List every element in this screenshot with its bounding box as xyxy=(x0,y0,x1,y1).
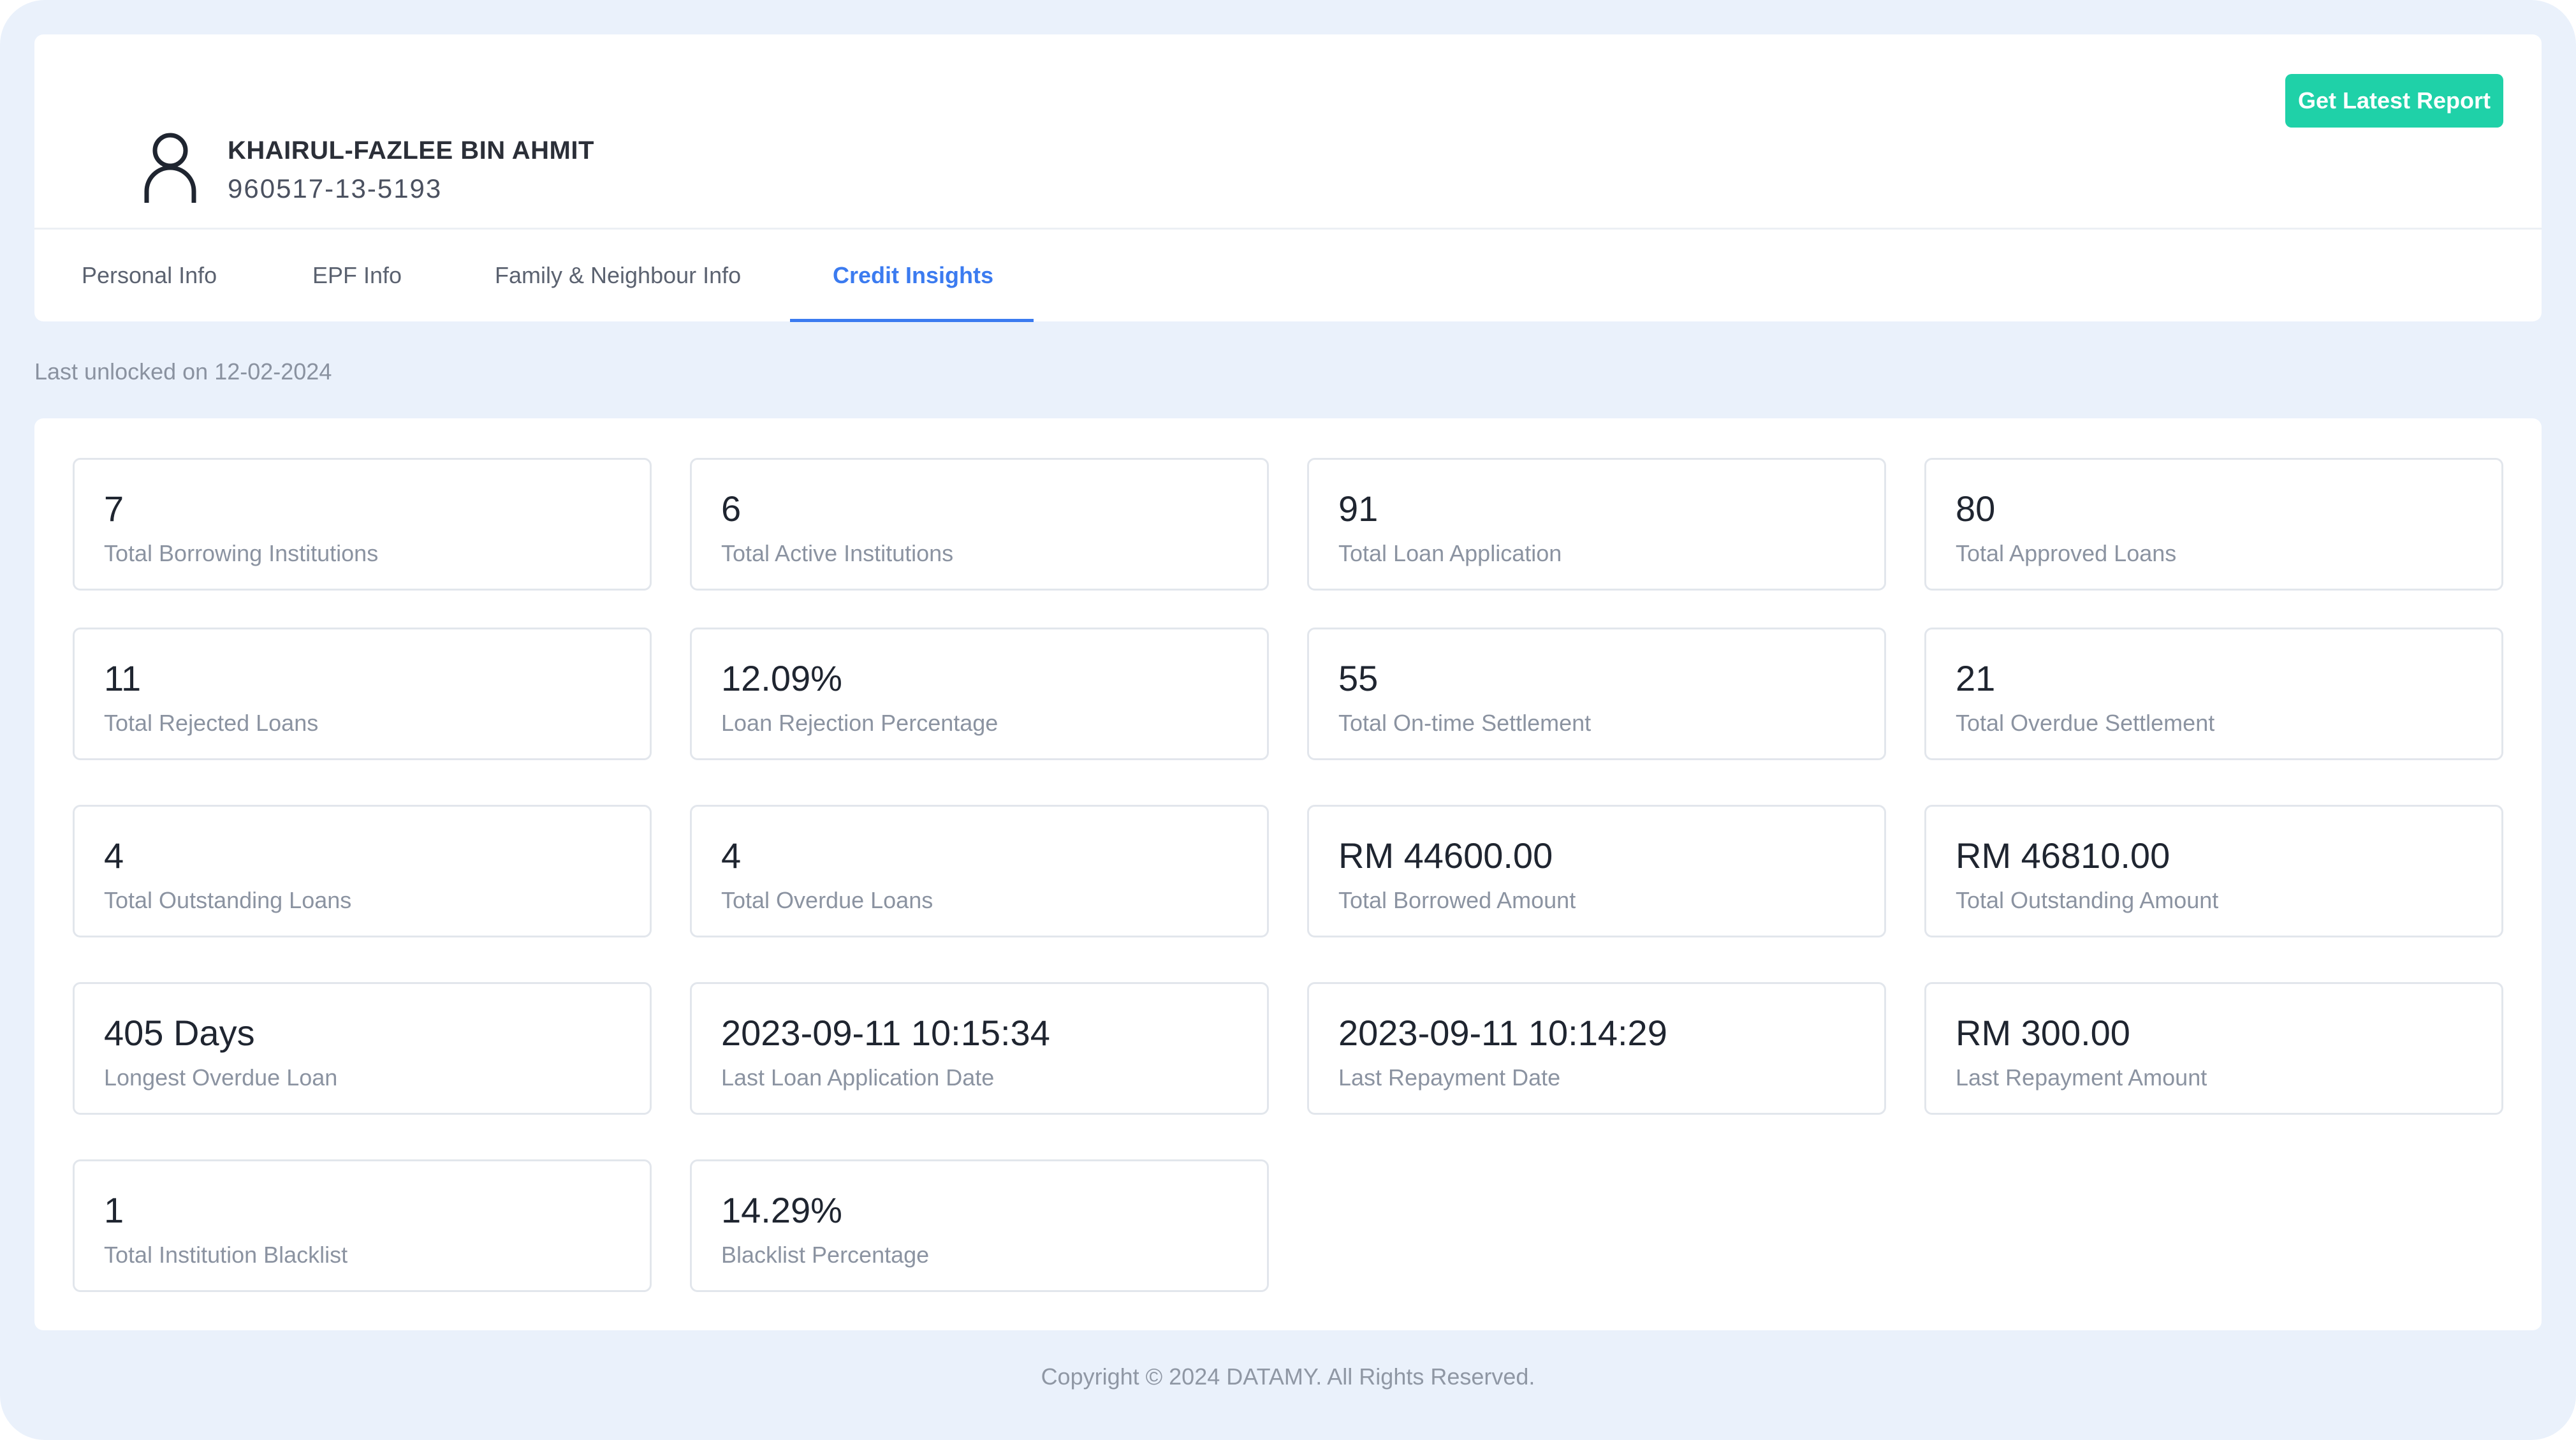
stat-value: 2023-09-11 10:14:29 xyxy=(1338,1013,1667,1053)
user-outline-icon xyxy=(144,133,196,203)
last-unlocked-text: Last unlocked on 12-02-2024 xyxy=(34,358,332,385)
stat-label: Blacklist Percentage xyxy=(721,1242,930,1268)
stat-value: 55 xyxy=(1338,658,1379,698)
stat-card-blacklist-percentage: 14.29% Blacklist Percentage xyxy=(690,1159,1269,1292)
stat-card-total-borrowed-amount: RM 44600.00 Total Borrowed Amount xyxy=(1307,805,1886,937)
stat-card-total-outstanding-amount: RM 46810.00 Total Outstanding Amount xyxy=(1924,805,2503,937)
stat-value: 1 xyxy=(104,1190,124,1230)
profile-row: KHAIRUL-FAZLEE BIN AHMIT 960517-13-5193 … xyxy=(34,34,2542,230)
stat-value: RM 300.00 xyxy=(1956,1013,2130,1053)
stat-card-total-on-time-settlement: 55 Total On-time Settlement xyxy=(1307,628,1886,760)
stat-value: 21 xyxy=(1956,658,1996,698)
stat-label: Total Borrowed Amount xyxy=(1338,887,1576,913)
stat-label: Total Overdue Settlement xyxy=(1956,710,2215,736)
stat-label: Total Overdue Loans xyxy=(721,887,933,913)
profile-header-card: KHAIRUL-FAZLEE BIN AHMIT 960517-13-5193 … xyxy=(34,34,2542,322)
tab-bar: Personal Info EPF Info Family & Neighbou… xyxy=(34,230,2542,322)
stat-card-total-overdue-settlement: 21 Total Overdue Settlement xyxy=(1924,628,2503,760)
stat-card-last-loan-application-date: 2023-09-11 10:15:34 Last Loan Application… xyxy=(690,982,1269,1115)
stat-value: 7 xyxy=(104,489,124,529)
stat-value: 4 xyxy=(721,835,742,876)
stat-card-total-institution-blacklist: 1 Total Institution Blacklist xyxy=(73,1159,652,1292)
stat-label: Total Active Institutions xyxy=(721,540,954,566)
stat-card-total-borrowing-institutions: 7 Total Borrowing Institutions xyxy=(73,458,652,591)
tab-personal-info[interactable]: Personal Info xyxy=(82,230,217,321)
stat-value: RM 46810.00 xyxy=(1956,835,2170,876)
stat-card-total-outstanding-loans: 4 Total Outstanding Loans xyxy=(73,805,652,937)
app-background: KHAIRUL-FAZLEE BIN AHMIT 960517-13-5193 … xyxy=(0,0,2576,1440)
stat-card-total-approved-loans: 80 Total Approved Loans xyxy=(1924,458,2503,591)
stat-value: 4 xyxy=(104,835,124,876)
person-id-number: 960517-13-5193 xyxy=(228,173,443,203)
stat-card-total-overdue-loans: 4 Total Overdue Loans xyxy=(690,805,1269,937)
stat-card-total-rejected-loans: 11 Total Rejected Loans xyxy=(73,628,652,760)
copyright-footer: Copyright © 2024 DATAMY. All Rights Rese… xyxy=(1041,1363,1535,1390)
stat-value: 80 xyxy=(1956,489,1996,529)
stat-label: Last Repayment Amount xyxy=(1956,1064,2207,1091)
stat-card-longest-overdue-loan: 405 Days Longest Overdue Loan xyxy=(73,982,652,1115)
stat-label: Total Outstanding Amount xyxy=(1956,887,2219,913)
stat-label: Total Borrowing Institutions xyxy=(104,540,379,566)
tab-epf-info[interactable]: EPF Info xyxy=(312,230,402,321)
stat-label: Loan Rejection Percentage xyxy=(721,710,999,736)
stat-label: Longest Overdue Loan xyxy=(104,1064,338,1091)
person-name: KHAIRUL-FAZLEE BIN AHMIT xyxy=(228,136,594,165)
stat-label: Last Loan Application Date xyxy=(721,1064,995,1091)
tab-credit-insights[interactable]: Credit Insights xyxy=(833,230,993,321)
stat-value: 14.29% xyxy=(721,1190,842,1230)
stat-card-total-loan-application: 91 Total Loan Application xyxy=(1307,458,1886,591)
stat-value: 405 Days xyxy=(104,1013,255,1053)
stat-card-total-active-institutions: 6 Total Active Institutions xyxy=(690,458,1269,591)
stat-card-last-repayment-amount: RM 300.00 Last Repayment Amount xyxy=(1924,982,2503,1115)
stat-value: RM 44600.00 xyxy=(1338,835,1553,876)
stat-card-loan-rejection-percentage: 12.09% Loan Rejection Percentage xyxy=(690,628,1269,760)
stat-value: 2023-09-11 10:15:34 xyxy=(721,1013,1050,1053)
stat-label: Last Repayment Date xyxy=(1338,1064,1561,1091)
stat-card-last-repayment-date: 2023-09-11 10:14:29 Last Repayment Date xyxy=(1307,982,1886,1115)
stat-value: 91 xyxy=(1338,489,1379,529)
stat-label: Total Institution Blacklist xyxy=(104,1242,348,1268)
credit-insights-panel: 7 Total Borrowing Institutions 6 Total Acti… xyxy=(34,418,2542,1330)
stat-label: Total Outstanding Loans xyxy=(104,887,352,913)
get-latest-report-button[interactable]: Get Latest Report xyxy=(2285,74,2503,128)
tab-family-neighbour-info[interactable]: Family & Neighbour Info xyxy=(495,230,741,321)
stat-value: 12.09% xyxy=(721,658,842,698)
stat-label: Total Approved Loans xyxy=(1956,540,2177,566)
stat-value: 11 xyxy=(104,658,142,698)
stat-label: Total Rejected Loans xyxy=(104,710,319,736)
stat-value: 6 xyxy=(721,489,742,529)
stat-label: Total On-time Settlement xyxy=(1338,710,1592,736)
active-tab-indicator xyxy=(790,319,1034,322)
stat-label: Total Loan Application xyxy=(1338,540,1562,566)
